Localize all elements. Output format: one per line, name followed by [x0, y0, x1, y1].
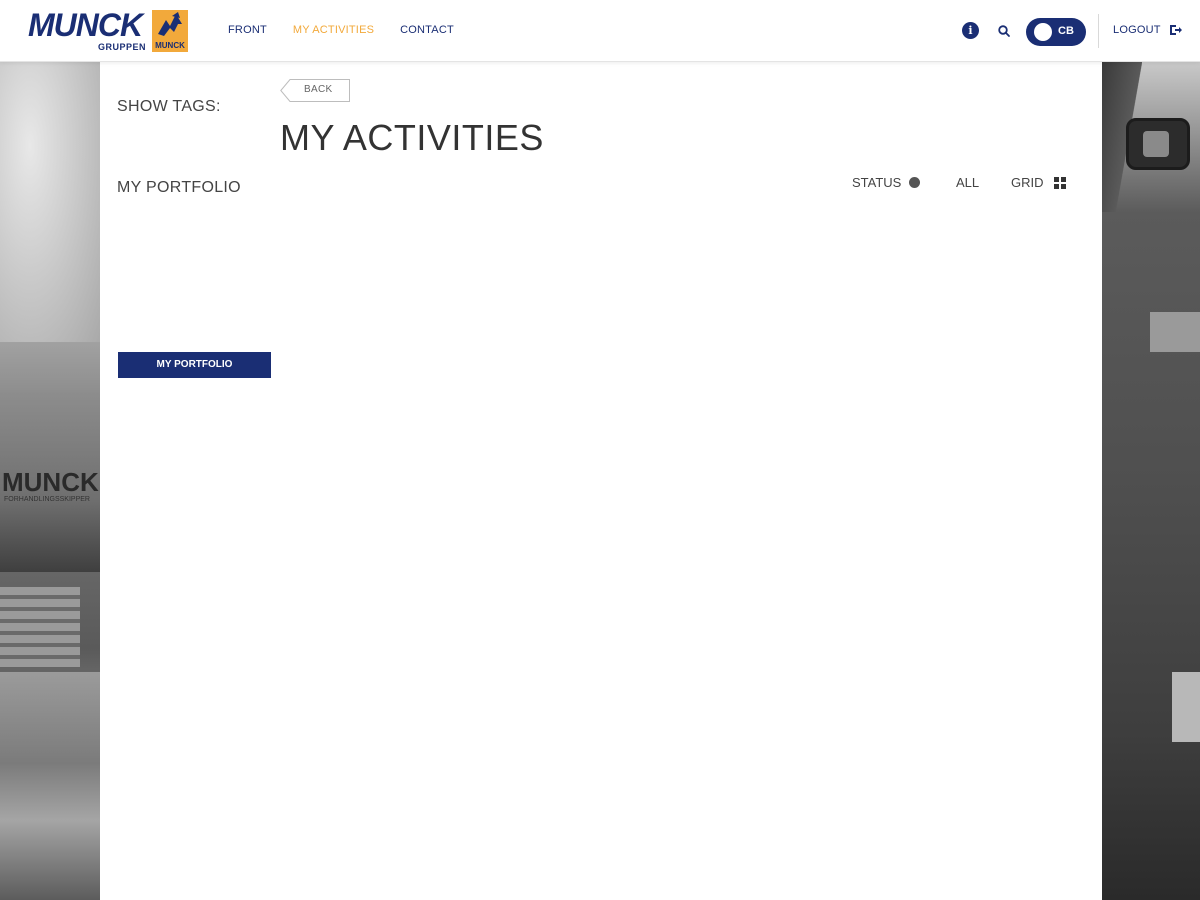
info-icon[interactable]: i — [962, 22, 979, 39]
top-header: MUNCK GRUPPEN MUNCK FRONT MY ACTIVITIES … — [0, 0, 1200, 62]
user-toggle[interactable]: CB — [1026, 18, 1086, 46]
back-label: BACK — [304, 84, 333, 95]
background-photo-left: MUNCK FORHANDLINGSSKIPPER — [0, 62, 100, 900]
background-photo-right — [1102, 62, 1200, 900]
background-pallet — [0, 587, 80, 667]
all-filter[interactable]: ALL — [956, 175, 979, 190]
logout-label: LOGOUT — [1113, 24, 1161, 36]
background-ground — [0, 672, 100, 900]
nav-contact[interactable]: CONTACT — [400, 24, 454, 36]
status-filter-label: STATUS — [852, 175, 902, 190]
munck-logo[interactable]: MUNCK GRUPPEN MUNCK — [28, 8, 190, 54]
background-machine-subtext: FORHANDLINGSSKIPPER — [4, 496, 90, 503]
grid-view-toggle[interactable]: GRID — [1011, 175, 1066, 190]
back-button[interactable]: BACK — [280, 79, 350, 102]
background-stripe — [1150, 312, 1200, 352]
logo-wordmark: MUNCK — [28, 7, 143, 43]
sidebar: SHOW TAGS: MY PORTFOLIO MY PORTFOLIO — [100, 62, 275, 900]
page-title: MY ACTIVITIES — [280, 117, 544, 158]
show-tags-label: SHOW TAGS: — [117, 98, 221, 115]
background-stripe-lower — [1172, 672, 1200, 742]
portfolio-heading: MY PORTFOLIO — [117, 179, 241, 196]
background-machine-text: MUNCK — [2, 467, 99, 497]
status-filter[interactable]: STATUS — [852, 175, 921, 190]
background-camera — [1126, 118, 1190, 170]
logo-emblem: MUNCK — [152, 10, 188, 52]
grid-view-label: GRID — [1011, 175, 1044, 190]
background-sky — [0, 62, 100, 342]
main-nav: FRONT MY ACTIVITIES CONTACT — [228, 24, 454, 36]
logo-emblem-text: MUNCK — [155, 41, 185, 50]
nav-my-activities[interactable]: MY ACTIVITIES — [293, 24, 374, 36]
my-portfolio-button[interactable]: MY PORTFOLIO — [118, 352, 271, 378]
toggle-label: CB — [1058, 25, 1074, 37]
toggle-knob — [1034, 23, 1052, 41]
content-panel: SHOW TAGS: MY PORTFOLIO MY PORTFOLIO BAC… — [100, 62, 1102, 900]
logo-bird-icon — [158, 12, 182, 36]
header-divider — [1098, 14, 1099, 48]
logout-button[interactable]: LOGOUT — [1113, 24, 1183, 36]
grid-icon — [1053, 176, 1066, 189]
nav-front[interactable]: FRONT — [228, 24, 267, 36]
logo-subtitle: GRUPPEN — [98, 42, 147, 52]
status-dot-icon — [909, 177, 921, 188]
search-icon[interactable] — [997, 24, 1011, 38]
logout-icon — [1169, 25, 1182, 35]
